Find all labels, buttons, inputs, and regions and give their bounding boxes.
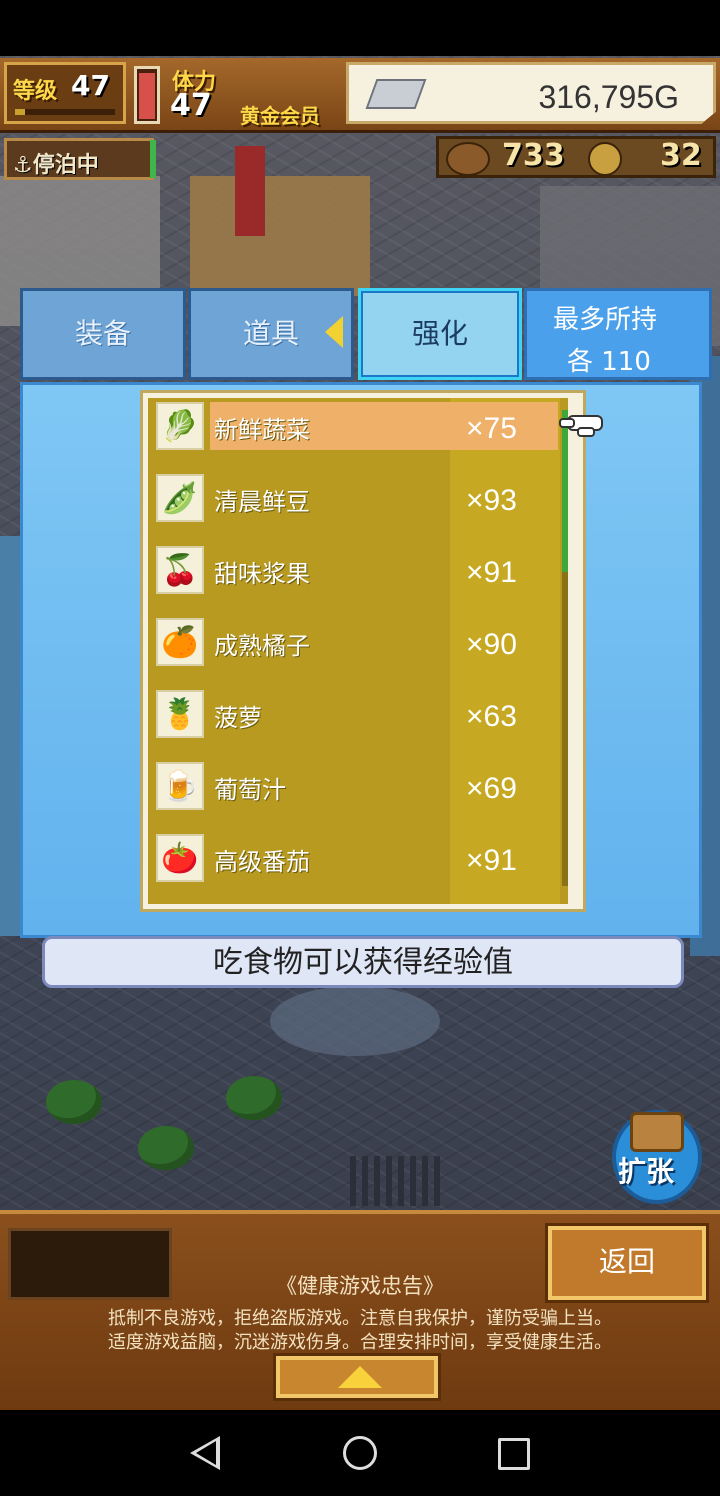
money-value: 316,795G	[538, 79, 679, 115]
health-notice-line: 适度游戏益脑，沉迷游戏伤身。合理安排时间，享受健康生活。	[108, 1332, 612, 1353]
tomato-icon: 🍅	[156, 834, 204, 882]
item-quantity: ×75	[466, 412, 517, 445]
tab-enhance[interactable]: 强化	[358, 288, 522, 380]
level-display: 等级 47	[4, 62, 126, 124]
stamina-bar	[134, 66, 160, 124]
docked-status: ⚓停泊中	[4, 138, 154, 180]
stamina-fill	[139, 73, 155, 119]
resource-a-value: 733	[502, 138, 565, 173]
level-exp-bar	[15, 109, 115, 115]
tree	[226, 1076, 282, 1120]
tab-equipment[interactable]: 装备	[20, 288, 186, 380]
level-exp-fill	[15, 109, 25, 115]
bean-icon: 🫛	[156, 474, 204, 522]
item-name: 甜味浆果	[214, 560, 310, 588]
tree	[138, 1126, 194, 1170]
tab-prev-arrow-icon[interactable]	[325, 316, 343, 348]
nav-recent-apps-icon[interactable]	[498, 1438, 530, 1470]
juice-icon: 🍺	[156, 762, 204, 810]
item-row[interactable]: 🍅 高级番茄 ×91	[150, 832, 558, 886]
item-name: 菠萝	[214, 704, 262, 732]
meat-icon	[446, 142, 490, 176]
hint-message: 吃食物可以获得经验值	[42, 936, 684, 988]
iron-fence	[350, 1156, 440, 1206]
max-hold-title: 最多所持	[553, 305, 658, 335]
berry-icon: 🍒	[156, 546, 204, 594]
item-row[interactable]: 🍒 甜味浆果 ×91	[150, 544, 558, 598]
item-category-tabs: 装备 道具 强化 最多所持 各 110	[20, 288, 712, 382]
item-row[interactable]: 🫛 清晨鲜豆 ×93	[150, 472, 558, 526]
market-stall	[190, 176, 370, 296]
stamina-value: 47	[170, 88, 212, 123]
item-name: 清晨鲜豆	[214, 488, 310, 516]
status-indicator	[150, 140, 156, 178]
nav-back-icon-inner	[196, 1441, 216, 1465]
item-quantity: ×69	[466, 772, 517, 805]
orange-icon: 🍊	[156, 618, 204, 666]
item-name: 葡萄汁	[214, 776, 286, 804]
max-hold-value: 各 110	[567, 347, 651, 377]
money-display: 316,795G	[346, 62, 716, 124]
vegetable-icon: 🥬	[156, 402, 204, 450]
pointing-hand-icon	[559, 415, 603, 437]
item-name: 新鲜蔬菜	[214, 416, 310, 444]
status-text: ⚓停泊中	[13, 153, 99, 178]
red-banner	[235, 146, 265, 236]
pineapple-icon: 🍍	[156, 690, 204, 738]
level-label: 等级	[13, 79, 58, 104]
item-name: 成熟橘子	[214, 632, 310, 660]
resource-b-value: 32	[660, 138, 702, 173]
menu-up-button[interactable]	[276, 1356, 438, 1398]
arrow-up-icon	[338, 1366, 382, 1388]
item-quantity: ×63	[466, 700, 517, 733]
item-quantity: ×90	[466, 628, 517, 661]
tree	[46, 1080, 102, 1124]
item-row[interactable]: 🍊 成熟橘子 ×90	[150, 616, 558, 670]
silver-bar-icon	[365, 79, 427, 109]
item-row[interactable]: 🍍 菠萝 ×63	[150, 688, 558, 742]
health-notice-title: 《健康游戏忠告》	[276, 1274, 444, 1298]
item-quantity: ×93	[466, 484, 517, 517]
fountain-plaza	[270, 986, 440, 1056]
item-quantity: ×91	[466, 844, 517, 877]
nav-home-icon[interactable]	[343, 1436, 377, 1470]
status-label: 停泊中	[32, 153, 99, 178]
membership-badge: 黄金会员	[240, 104, 320, 128]
level-value: 47	[71, 69, 110, 102]
bag-icon	[630, 1112, 684, 1152]
max-hold-info: 最多所持 各 110	[524, 288, 712, 380]
item-row[interactable]: 🥬 新鲜蔬菜 ×75	[150, 400, 558, 454]
item-quantity: ×91	[466, 556, 517, 589]
expand-label[interactable]: 扩张	[618, 1150, 674, 1190]
item-name: 高级番茄	[214, 848, 310, 876]
health-notice-line: 抵制不良游戏，拒绝盗版游戏。注意自我保护，谨防受骗上当。	[108, 1308, 612, 1329]
item-row[interactable]: 🍺 葡萄汁 ×69	[150, 760, 558, 814]
game-screen: 等级 47 体力 47 黄金会员 316,795G ⚓停泊中 733 32 装备…	[0, 0, 720, 1496]
coin-icon	[588, 142, 622, 176]
